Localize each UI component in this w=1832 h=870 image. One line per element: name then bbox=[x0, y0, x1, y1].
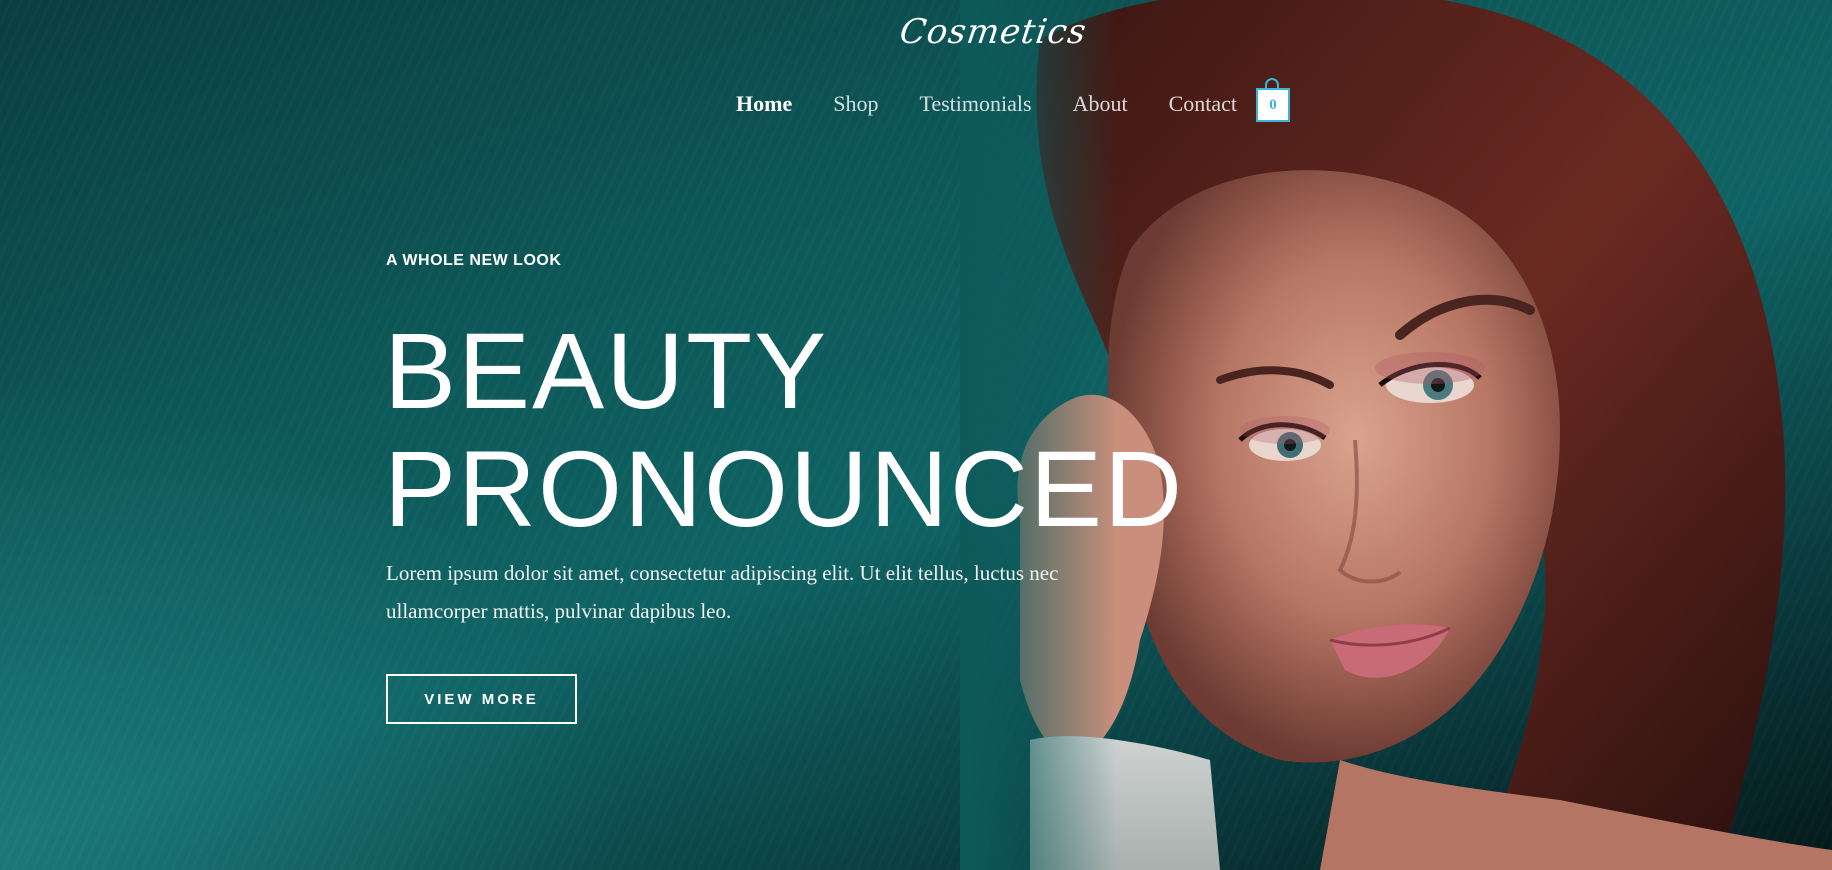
brand-logo[interactable]: Cosmetics bbox=[897, 8, 1089, 56]
main-navigation: Home Shop Testimonials About Contact bbox=[736, 86, 1278, 122]
view-more-button[interactable]: VIEW MORE bbox=[386, 674, 577, 724]
nav-item-about[interactable]: About bbox=[1073, 86, 1128, 122]
cart-count-badge: 0 bbox=[1269, 96, 1277, 113]
logo-text: Cosmetics bbox=[897, 12, 1090, 52]
cart-button[interactable]: 0 bbox=[1255, 78, 1293, 124]
hero-headline: BEAUTY PRONOUNCED bbox=[384, 312, 1184, 548]
nav-item-shop[interactable]: Shop bbox=[833, 86, 878, 122]
cart-bag-body: 0 bbox=[1256, 88, 1290, 122]
nav-item-contact[interactable]: Contact bbox=[1169, 86, 1237, 122]
nav-item-home[interactable]: Home bbox=[736, 86, 792, 122]
hero-section: Cosmetics Home Shop Testimonials About C… bbox=[0, 0, 1832, 870]
hero-description: Lorem ipsum dolor sit amet, consectetur … bbox=[386, 561, 1059, 623]
hero-eyebrow: A WHOLE NEW LOOK bbox=[386, 252, 562, 269]
headline-line-1: BEAUTY bbox=[384, 310, 829, 431]
headline-line-2: PRONOUNCED bbox=[384, 428, 1185, 549]
nav-item-testimonials[interactable]: Testimonials bbox=[919, 86, 1031, 122]
